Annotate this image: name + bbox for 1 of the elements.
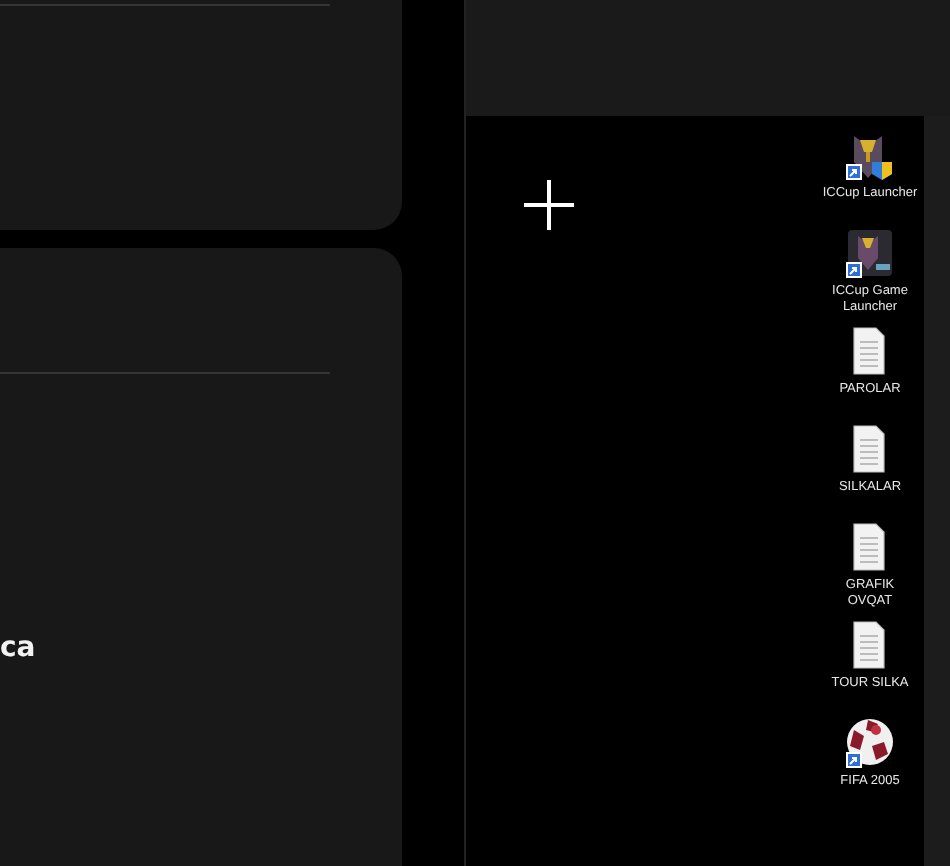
panel-text: ca (0, 630, 38, 666)
